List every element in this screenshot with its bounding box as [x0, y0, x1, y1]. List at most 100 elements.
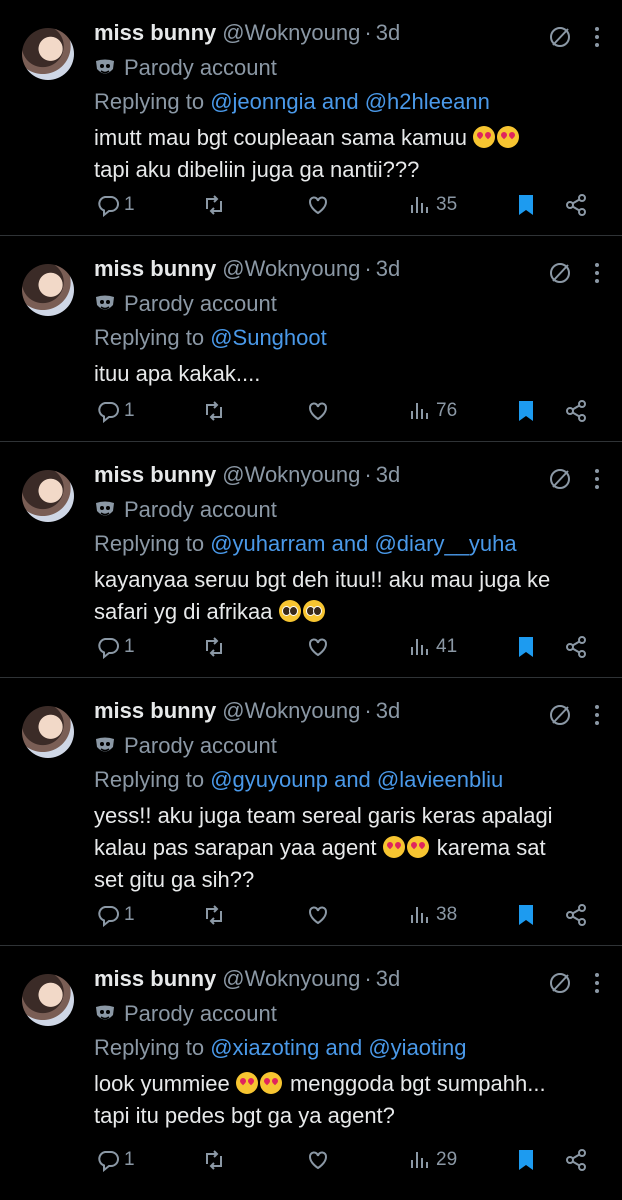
avatar[interactable] — [22, 470, 74, 522]
bookmark-button[interactable] — [514, 1148, 538, 1172]
more-icon[interactable] — [594, 262, 600, 284]
share-button[interactable] — [564, 193, 588, 217]
tweet-text: ituu apa kakak.... — [94, 361, 261, 386]
handle[interactable]: @Woknyoung — [222, 20, 360, 46]
views-button[interactable]: 35 — [408, 193, 457, 217]
display-name[interactable]: miss bunny — [94, 20, 216, 46]
reply-button[interactable]: 1 — [96, 399, 135, 423]
tweet[interactable]: miss bunny @Woknyoung · 3d Parody accoun… — [0, 678, 622, 946]
avatar[interactable] — [22, 706, 74, 758]
heart-eyes-emoji — [473, 126, 496, 148]
handle[interactable]: @Woknyoung — [222, 966, 360, 992]
mention-link[interactable]: @Sunghoot — [210, 325, 327, 350]
reply-icon — [98, 402, 119, 423]
no-sign-icon[interactable] — [548, 261, 572, 285]
action-bar: 1 35 — [94, 189, 600, 221]
more-icon[interactable] — [594, 704, 600, 726]
retweet-button[interactable] — [202, 1148, 226, 1172]
reply-button[interactable]: 1 — [96, 1148, 135, 1172]
more-icon[interactable] — [594, 468, 600, 490]
parody-label: Parody account — [94, 52, 600, 84]
retweet-button[interactable] — [202, 399, 226, 423]
tweet[interactable]: miss bunny @Woknyoung · 3d Parody accoun… — [0, 0, 622, 236]
tweet[interactable]: miss bunny @Woknyoung · 3d Parody accoun… — [0, 236, 622, 442]
avatar[interactable] — [22, 264, 74, 316]
tweet[interactable]: miss bunny @Woknyoung · 3d Parody accoun… — [0, 442, 622, 678]
like-button[interactable] — [306, 635, 330, 659]
retweet-button[interactable] — [202, 635, 226, 659]
tweet-header: miss bunny @Woknyoung · 3d — [94, 698, 600, 730]
like-button[interactable] — [306, 193, 330, 217]
bookmark-icon — [519, 905, 533, 925]
timestamp[interactable]: 3d — [376, 698, 400, 724]
action-bar: 1 38 — [94, 899, 600, 931]
like-icon — [309, 196, 327, 215]
more-icon[interactable] — [594, 972, 600, 994]
share-button[interactable] — [564, 399, 588, 423]
timestamp[interactable]: 3d — [376, 20, 400, 46]
display-name[interactable]: miss bunny — [94, 966, 216, 992]
tweet-header: miss bunny @Woknyoung · 3d — [94, 966, 600, 998]
more-icon[interactable] — [594, 26, 600, 48]
avatar[interactable] — [22, 28, 74, 80]
mention-link[interactable]: @xiazoting — [210, 1035, 319, 1060]
pleading-face-emoji — [302, 600, 325, 622]
no-sign-icon[interactable] — [548, 467, 572, 491]
retweet-icon — [206, 195, 222, 215]
views-button[interactable]: 38 — [408, 903, 457, 927]
heart-eyes-emoji — [406, 836, 429, 858]
share-icon — [566, 636, 586, 658]
timestamp[interactable]: 3d — [376, 966, 400, 992]
retweet-button[interactable] — [202, 193, 226, 217]
no-sign-icon[interactable] — [548, 971, 572, 995]
no-sign-icon[interactable] — [548, 25, 572, 49]
bookmark-icon — [519, 401, 533, 421]
like-button[interactable] — [306, 903, 330, 927]
parody-label: Parody account — [94, 494, 600, 526]
handle[interactable]: @Woknyoung — [222, 462, 360, 488]
views-button[interactable]: 29 — [408, 1148, 457, 1172]
display-name[interactable]: miss bunny — [94, 698, 216, 724]
handle[interactable]: @Woknyoung — [222, 256, 360, 282]
mention-link[interactable]: @h2hleeann — [365, 89, 490, 114]
like-button[interactable] — [306, 1148, 330, 1172]
parody-mask-icon — [96, 59, 114, 74]
bookmark-button[interactable] — [514, 399, 538, 423]
tweet[interactable]: miss bunny @Woknyoung · 3d Parody accoun… — [0, 946, 622, 1190]
avatar[interactable] — [22, 974, 74, 1026]
no-sign-icon[interactable] — [548, 703, 572, 727]
retweet-icon — [206, 637, 222, 657]
retweet-button[interactable] — [202, 903, 226, 927]
display-name[interactable]: miss bunny — [94, 256, 216, 282]
tweet-text: look yummiee menggoda bgt sumpahh... tap… — [94, 1071, 546, 1128]
bookmark-button[interactable] — [514, 635, 538, 659]
display-name[interactable]: miss bunny — [94, 462, 216, 488]
mention-link[interactable]: @yiaoting — [368, 1035, 466, 1060]
retweet-icon — [206, 905, 222, 925]
replying-to: Replying to @gyuyounp and @lavieenbliu — [94, 767, 504, 792]
share-button[interactable] — [564, 903, 588, 927]
timestamp[interactable]: 3d — [376, 256, 400, 282]
heart-eyes-emoji — [235, 1072, 258, 1094]
bookmark-button[interactable] — [514, 193, 538, 217]
timestamp[interactable]: 3d — [376, 462, 400, 488]
share-button[interactable] — [564, 1148, 588, 1172]
mention-link[interactable]: @diary__yuha — [374, 531, 516, 556]
heart-eyes-emoji — [259, 1072, 282, 1094]
replying-to: Replying to @yuharram and @diary__yuha — [94, 531, 517, 556]
mention-link[interactable]: @lavieenbliu — [377, 767, 503, 792]
reply-button[interactable]: 1 — [96, 635, 135, 659]
mention-link[interactable]: @yuharram — [210, 531, 325, 556]
reply-button[interactable]: 1 — [96, 903, 135, 927]
views-button[interactable]: 41 — [408, 635, 457, 659]
handle[interactable]: @Woknyoung — [222, 698, 360, 724]
reply-button[interactable]: 1 — [96, 193, 135, 217]
views-button[interactable]: 76 — [408, 399, 457, 423]
mention-link[interactable]: @jeonngia — [210, 89, 316, 114]
reply-icon — [98, 1151, 119, 1172]
share-button[interactable] — [564, 635, 588, 659]
bookmark-button[interactable] — [514, 903, 538, 927]
share-icon — [566, 904, 586, 926]
mention-link[interactable]: @gyuyounp — [210, 767, 328, 792]
like-button[interactable] — [306, 399, 330, 423]
